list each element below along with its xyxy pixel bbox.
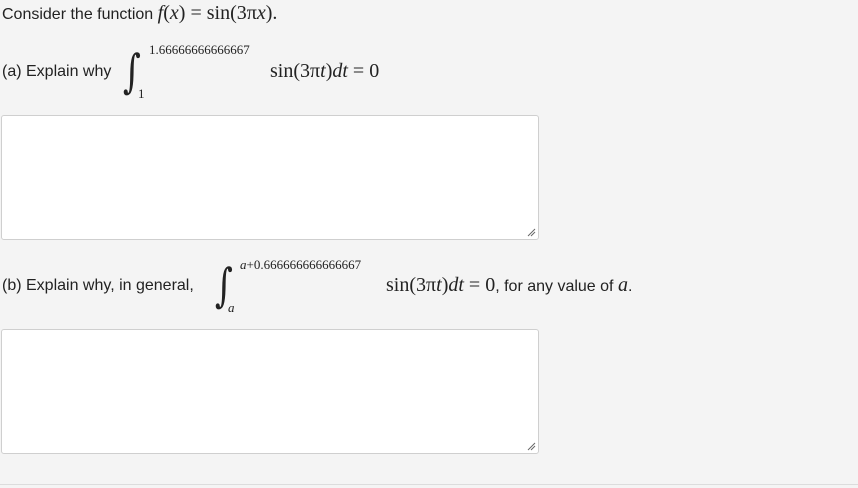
part-b-suffix: , for any value of xyxy=(495,278,618,295)
variable-x: x xyxy=(169,2,179,24)
three-pi: 3π xyxy=(416,274,437,296)
sin-label: sin xyxy=(270,60,294,82)
equals-zero: = 0 xyxy=(352,60,380,82)
part-b-label: (b) Explain why, in general, xyxy=(2,277,194,294)
function-name: f xyxy=(157,2,164,24)
intro-line: Consider the function f(x) = sin(3πx). xyxy=(2,2,277,26)
variable-t: t xyxy=(436,274,442,296)
period: . xyxy=(272,2,278,24)
part-a-upper-limit: 1.66666666666667 xyxy=(149,42,250,57)
intro-formula: f(x) = sin(3πx). xyxy=(157,2,278,24)
upper-limit-rest: +0.666666666666667 xyxy=(246,257,362,272)
variable-x-arg: x xyxy=(256,2,266,24)
resize-grip-icon[interactable] xyxy=(526,227,536,237)
part-a-integrand: sin(3πt)dt = 0 xyxy=(270,60,380,82)
three-pi: 3π xyxy=(300,60,321,82)
bottom-divider xyxy=(0,484,858,485)
part-b-answer-field[interactable] xyxy=(1,329,539,454)
part-b-upper-limit: a+0.666666666666667 xyxy=(240,257,361,273)
differential-dt: dt xyxy=(332,60,348,82)
part-a-label: (a) Explain why xyxy=(2,63,112,80)
variable-a: a xyxy=(617,274,628,296)
period: . xyxy=(627,278,633,295)
sin-label: sin xyxy=(206,2,231,24)
equals-sign: = xyxy=(190,2,202,24)
equals-zero: = 0 xyxy=(468,274,496,296)
three-pi: 3π xyxy=(236,2,257,24)
sin-label: sin xyxy=(386,274,410,296)
variable-t: t xyxy=(320,60,326,82)
part-a-answer-field[interactable] xyxy=(1,115,539,240)
differential-dt: dt xyxy=(448,274,464,296)
part-a-lower-limit: 1 xyxy=(138,86,145,101)
intro-text: Consider the function xyxy=(2,6,158,23)
part-b-integrand: sin(3πt)dt = 0, for any value of a. xyxy=(386,274,633,296)
resize-grip-icon[interactable] xyxy=(526,441,536,451)
part-b-lower-limit: a xyxy=(228,300,235,315)
